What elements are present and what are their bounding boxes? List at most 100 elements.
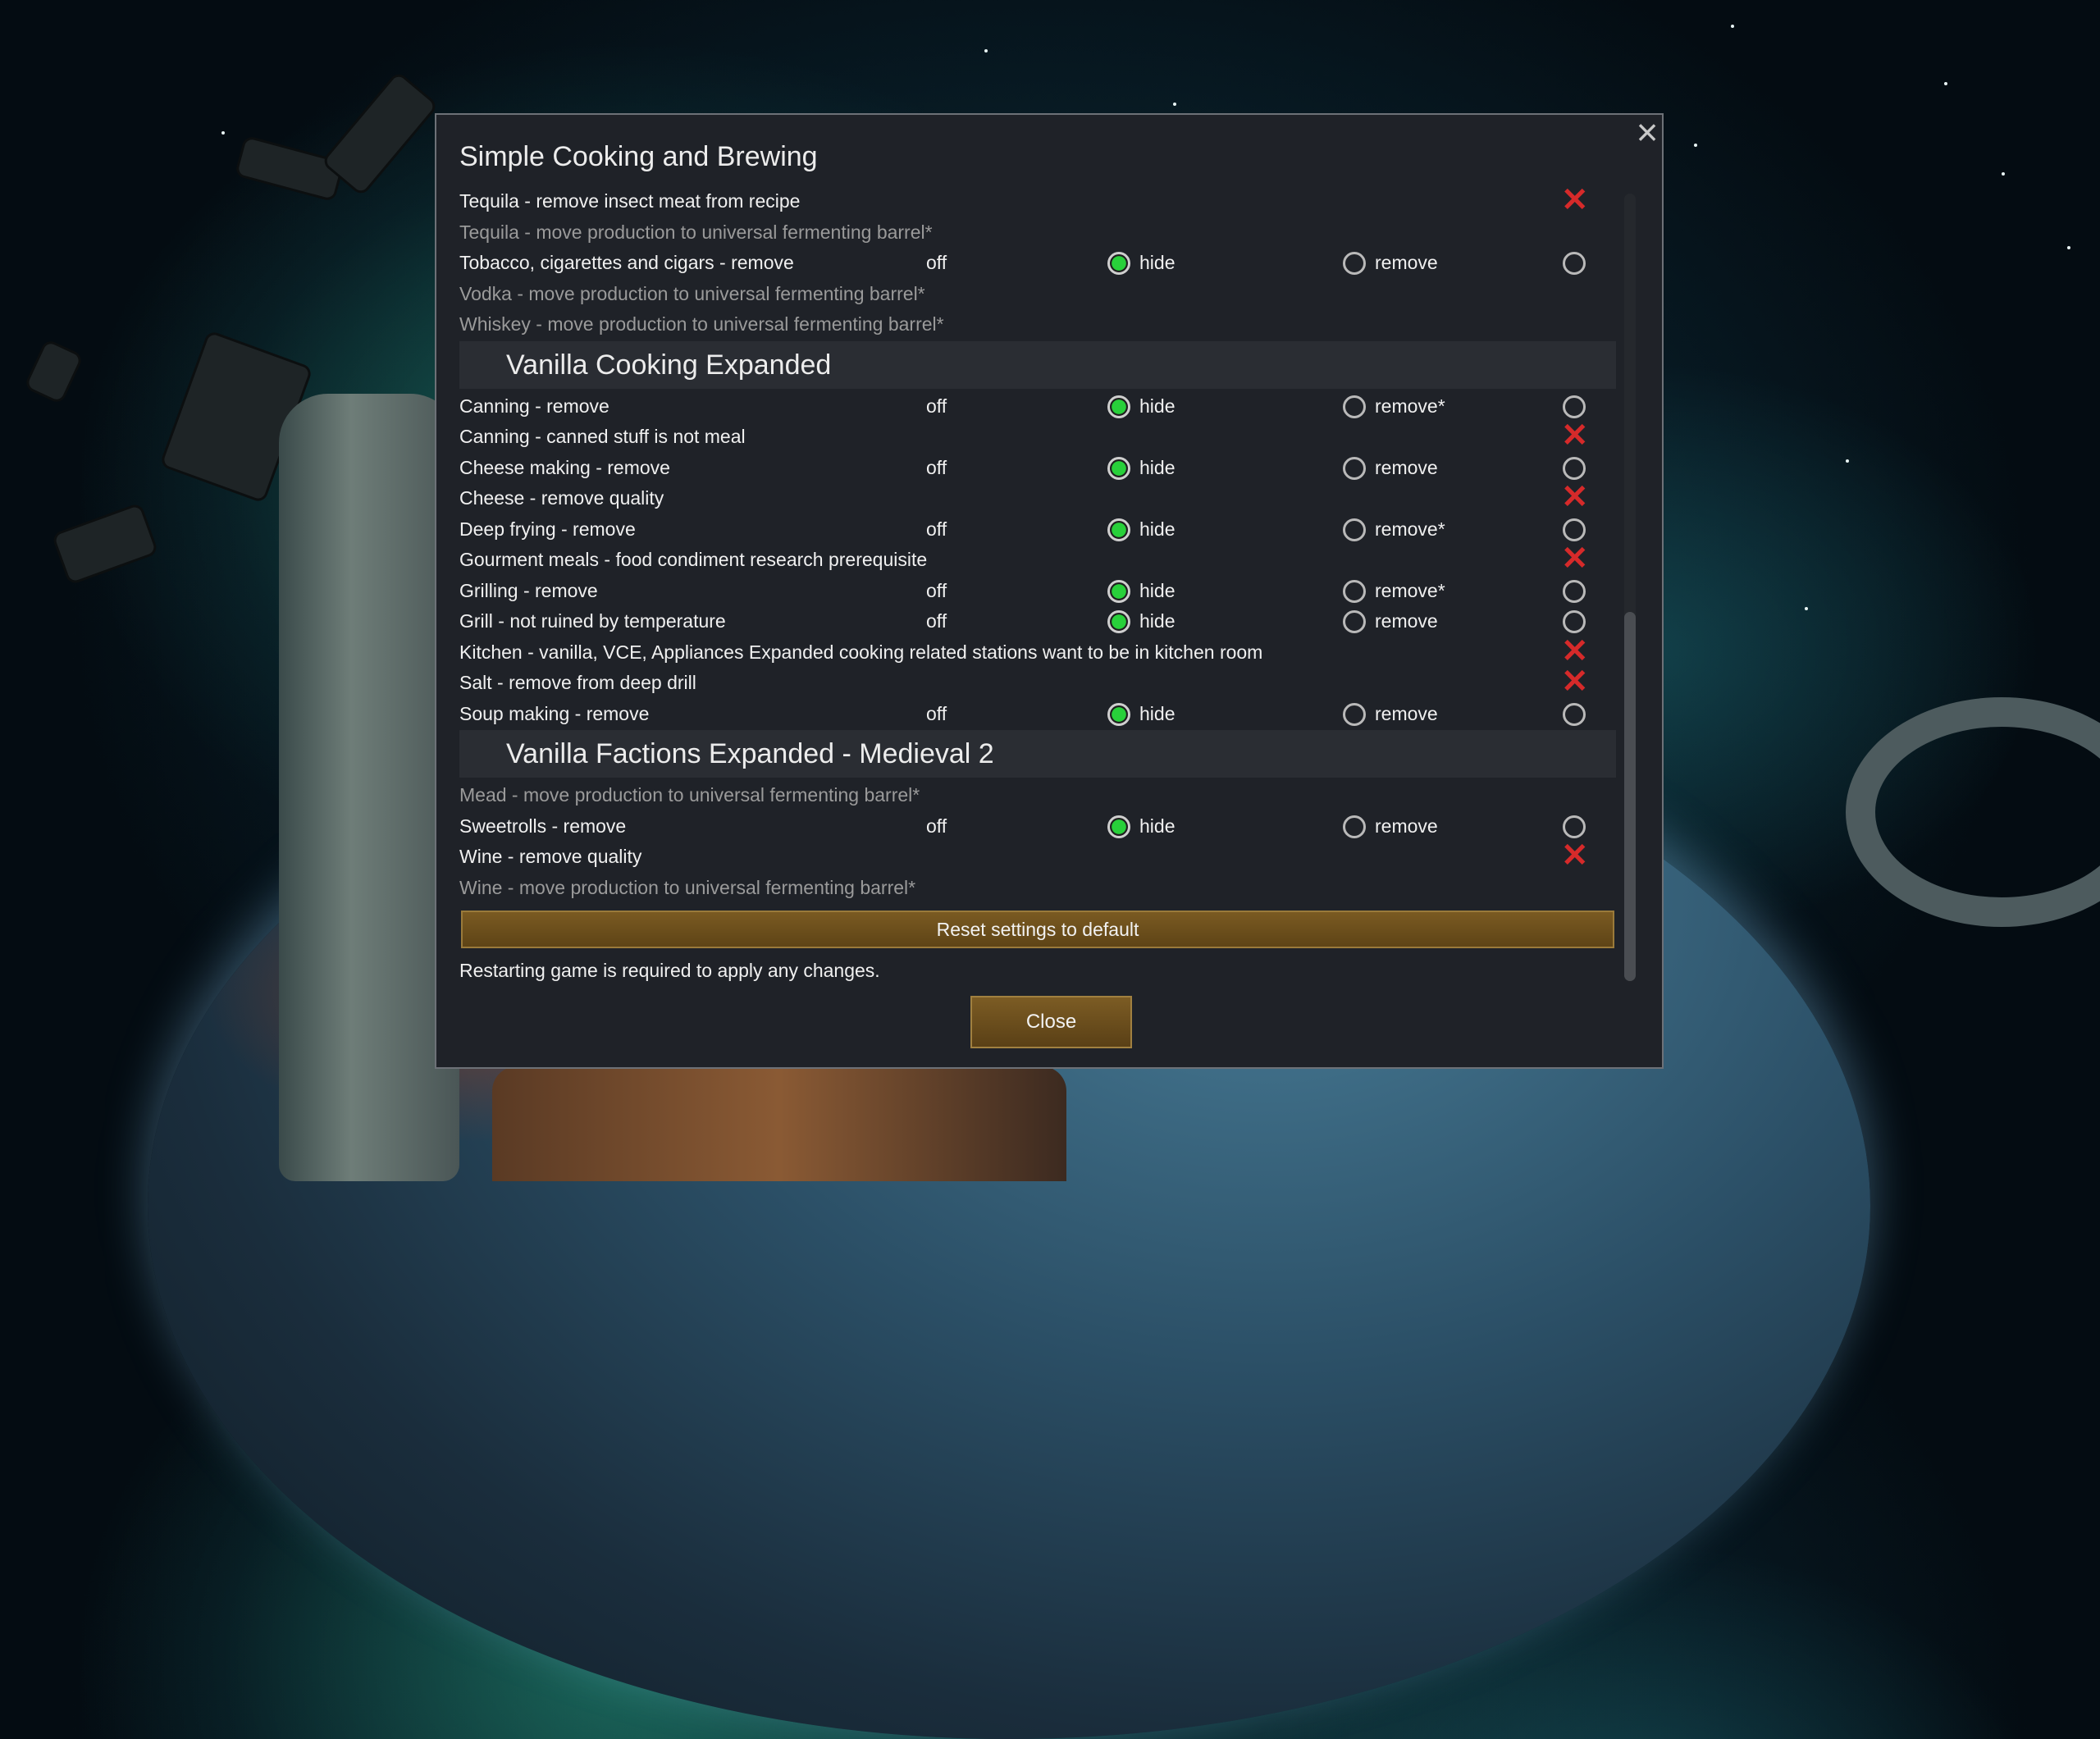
section-title: Vanilla Factions Expanded - Medieval 2 (506, 738, 994, 769)
restart-note: Restarting game is required to apply any… (459, 960, 880, 981)
radio-hide[interactable] (1107, 815, 1130, 838)
setting-row: Grilling - remove off hide remove* (459, 575, 1616, 606)
radio-third[interactable] (1563, 815, 1586, 838)
setting-row: Wine - move production to universal ferm… (459, 872, 1616, 903)
radio-third[interactable] (1563, 456, 1586, 480)
radio-remove[interactable] (1343, 579, 1366, 603)
option-hide-label: hide (1139, 252, 1176, 273)
disabled-x-icon[interactable]: ✕ (1561, 839, 1589, 872)
disabled-x-icon[interactable]: ✕ (1561, 419, 1589, 452)
setting-label: Cheese - remove quality (459, 487, 664, 509)
option-remove-label: remove (1375, 815, 1438, 837)
pawn-character-art (279, 394, 459, 1181)
radio-hide[interactable] (1107, 579, 1130, 603)
radio-remove[interactable] (1343, 610, 1366, 633)
option-remove-label: remove (1375, 610, 1438, 632)
radio-third[interactable] (1563, 252, 1586, 275)
radio-remove[interactable] (1343, 518, 1366, 541)
setting-row: Cheese - remove quality ✕ (459, 481, 1616, 513)
setting-row: Tobacco, cigarettes and cigars - remove o… (459, 247, 1616, 278)
setting-row: Sweetrolls - remove off hide remove (459, 810, 1616, 842)
pawn-character-art-lower (492, 1066, 1066, 1181)
option-hide-label: hide (1139, 815, 1176, 837)
disabled-x-icon[interactable]: ✕ (1561, 635, 1589, 668)
setting-label: Mead - move production to universal ferm… (459, 784, 920, 806)
section-title: Vanilla Cooking Expanded (506, 349, 832, 381)
setting-row: Vodka - move production to universal fer… (459, 278, 1616, 309)
radio-hide[interactable] (1107, 610, 1130, 633)
radio-remove[interactable] (1343, 815, 1366, 838)
radio-third[interactable] (1563, 579, 1586, 603)
option-off-label: off (926, 610, 947, 632)
setting-label: Deep frying - remove (459, 518, 636, 540)
mod-settings-dialog: × Simple Cooking and Brewing Tequila - r… (435, 113, 1664, 1069)
section-header: Vanilla Factions Expanded - Medieval 2 (459, 730, 1616, 778)
radio-third[interactable] (1563, 395, 1586, 418)
radio-remove[interactable] (1343, 395, 1366, 418)
setting-label: Canning - canned stuff is not meal (459, 426, 746, 447)
setting-label: Tequila - move production to universal f… (459, 221, 933, 243)
option-off-label: off (926, 518, 947, 540)
setting-row: Soup making - remove off hide remove (459, 698, 1616, 729)
option-remove-label: remove (1375, 456, 1438, 478)
setting-label: Wine - move production to universal ferm… (459, 876, 916, 898)
scrollbar[interactable] (1624, 194, 1636, 981)
option-off-label: off (926, 252, 947, 273)
radio-hide[interactable] (1107, 456, 1130, 480)
setting-row: Cheese making - remove off hide remove (459, 452, 1616, 483)
setting-label: Tequila - remove insect meat from recipe (459, 190, 801, 212)
scrollbar-thumb[interactable] (1624, 612, 1636, 981)
option-off-label: off (926, 579, 947, 601)
space-station (1846, 697, 2100, 927)
setting-label: Whiskey - move production to universal f… (459, 313, 944, 335)
radio-remove[interactable] (1343, 702, 1366, 726)
option-hide-label: hide (1139, 579, 1176, 601)
setting-label: Canning - remove (459, 395, 609, 417)
radio-hide[interactable] (1107, 395, 1130, 418)
option-hide-label: hide (1139, 610, 1176, 632)
radio-hide[interactable] (1107, 518, 1130, 541)
option-remove-label: remove (1375, 702, 1438, 724)
disabled-x-icon[interactable]: ✕ (1561, 542, 1589, 575)
close-icon[interactable]: × (1630, 113, 1664, 151)
setting-label: Grill - not ruined by temperature (459, 610, 726, 632)
radio-third[interactable] (1563, 610, 1586, 633)
setting-row: Wine - remove quality ✕ (459, 839, 1616, 872)
radio-remove[interactable] (1343, 456, 1366, 480)
setting-row: Salt - remove from deep drill ✕ (459, 665, 1616, 698)
setting-label: Salt - remove from deep drill (459, 672, 696, 693)
setting-row: Grill - not ruined by temperature off hide… (459, 605, 1616, 637)
disabled-x-icon[interactable]: ✕ (1561, 481, 1589, 513)
setting-row: Tequila - remove insect meat from recipe… (459, 184, 1616, 217)
option-hide-label: hide (1139, 456, 1176, 478)
close-button[interactable]: Close (970, 996, 1132, 1048)
option-off-label: off (926, 702, 947, 724)
radio-third[interactable] (1563, 518, 1586, 541)
option-off-label: off (926, 456, 947, 478)
setting-label: Grilling - remove (459, 579, 598, 601)
radio-hide[interactable] (1107, 252, 1130, 275)
radio-third[interactable] (1563, 702, 1586, 726)
setting-row: Mead - move production to universal ferm… (459, 779, 1616, 810)
setting-label: Soup making - remove (459, 702, 650, 724)
setting-label: Cheese making - remove (459, 456, 670, 478)
setting-label: Wine - remove quality (459, 846, 642, 867)
option-remove-label: remove* (1375, 518, 1445, 540)
disabled-x-icon[interactable]: ✕ (1561, 184, 1589, 217)
setting-label: Gourment meals - food condiment research… (459, 549, 928, 570)
section-header: Vanilla Cooking Expanded (459, 340, 1616, 389)
setting-row: Tequila - move production to universal f… (459, 217, 1616, 248)
dialog-title: Simple Cooking and Brewing (459, 141, 818, 172)
setting-label: Tobacco, cigarettes and cigars - remove (459, 252, 794, 273)
disabled-x-icon[interactable]: ✕ (1561, 665, 1589, 698)
setting-label: Vodka - move production to universal fer… (459, 282, 925, 304)
option-hide-label: hide (1139, 702, 1176, 724)
setting-row: Kitchen - vanilla, VCE, Appliances Expan… (459, 635, 1616, 668)
radio-hide[interactable] (1107, 702, 1130, 726)
option-off-label: off (926, 815, 947, 837)
setting-row: Canning - canned stuff is not meal ✕ (459, 419, 1616, 452)
option-hide-label: hide (1139, 395, 1176, 417)
setting-row: Deep frying - remove off hide remove* (459, 513, 1616, 545)
reset-settings-button[interactable]: Reset settings to default (461, 911, 1614, 948)
radio-remove[interactable] (1343, 252, 1366, 275)
